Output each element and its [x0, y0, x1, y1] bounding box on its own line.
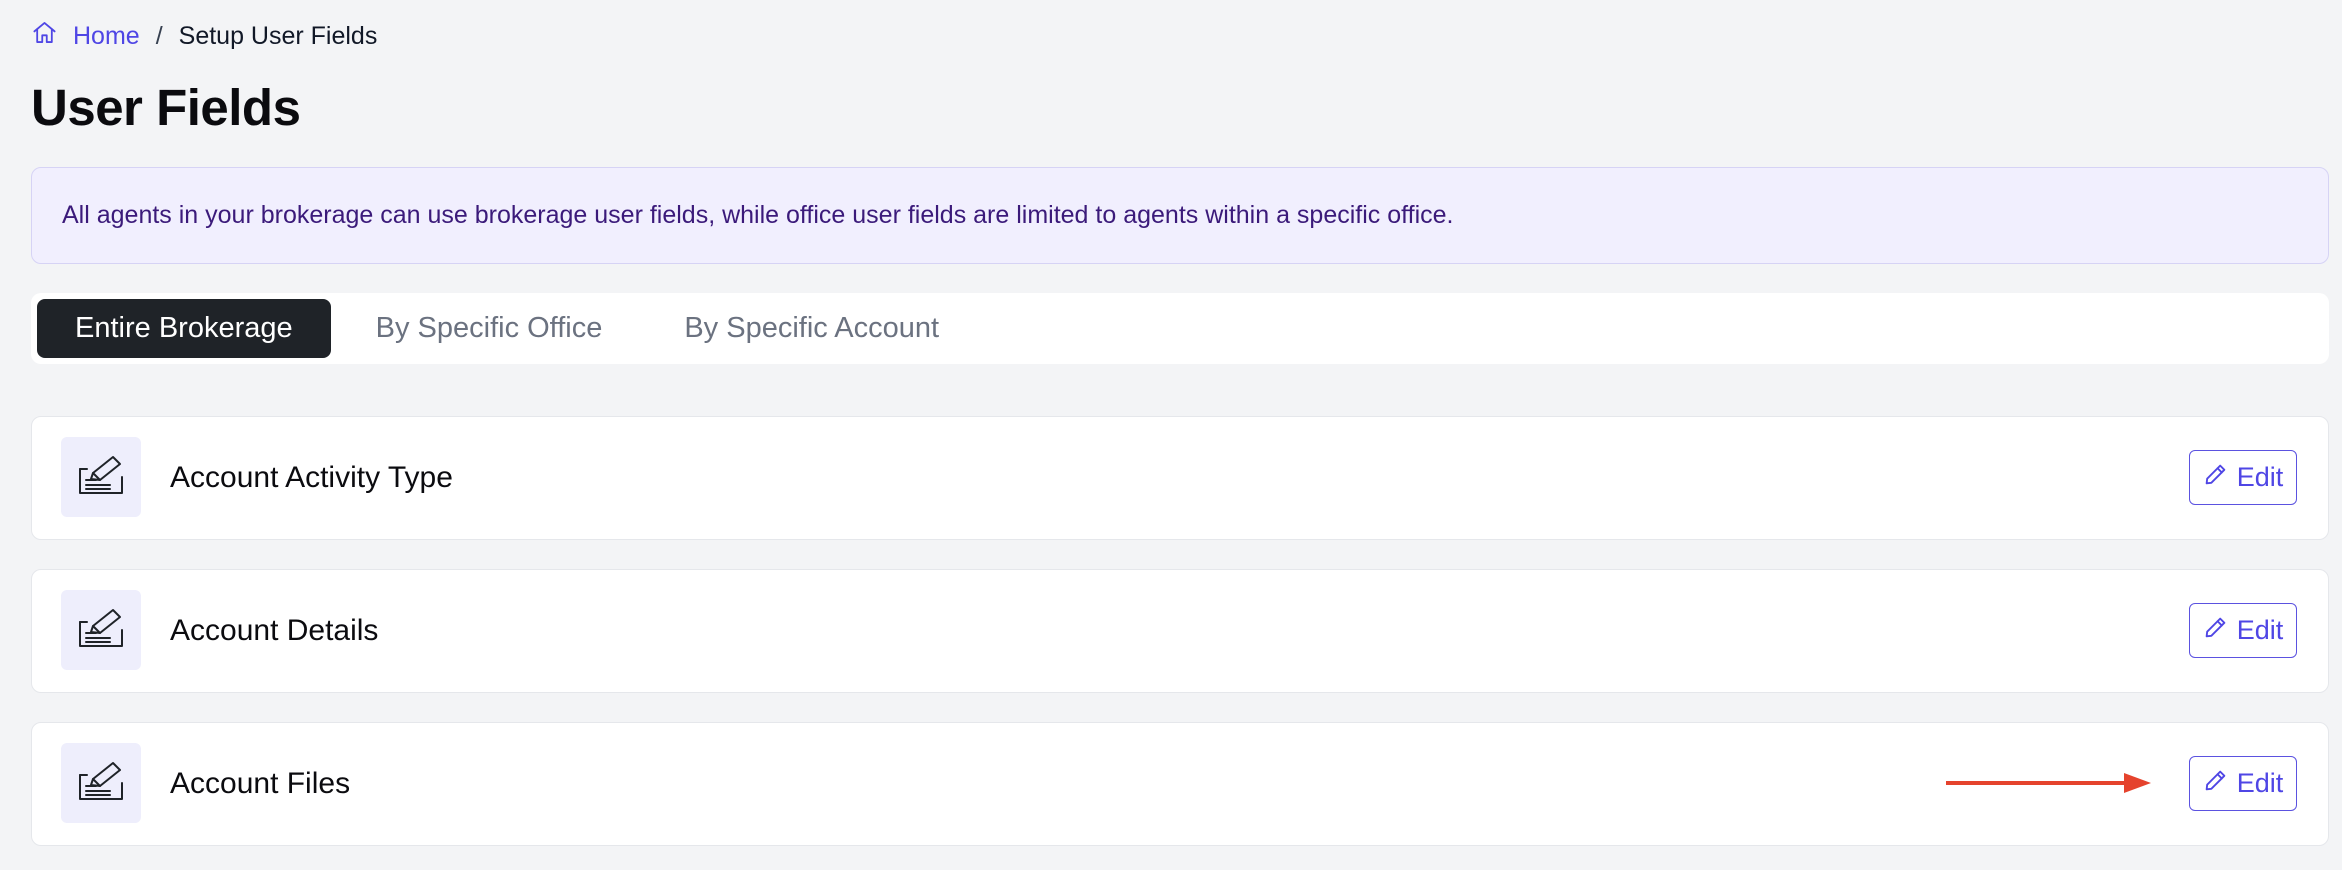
tab-by-specific-office[interactable]: By Specific Office	[338, 299, 641, 358]
breadcrumb-separator: /	[155, 21, 163, 50]
breadcrumb-current: Setup User Fields	[178, 21, 378, 50]
pencil-icon	[2203, 768, 2237, 800]
field-title: Account Files	[170, 767, 351, 800]
signature-icon	[76, 759, 126, 808]
tab-entire-brokerage[interactable]: Entire Brokerage	[37, 299, 331, 358]
field-card-account-details: Account Details Edit	[31, 569, 2329, 693]
signature-icon	[76, 606, 126, 655]
field-title: Account Activity Type	[170, 461, 453, 494]
breadcrumb-home-link[interactable]: Home	[31, 19, 140, 53]
edit-button-label: Edit	[2236, 462, 2284, 492]
field-icon-box	[61, 437, 141, 517]
edit-button-label: Edit	[2236, 615, 2284, 645]
edit-button[interactable]: Edit	[2189, 603, 2297, 658]
field-card-account-activity-type: Account Activity Type Edit	[31, 416, 2329, 540]
info-banner: All agents in your brokerage can use bro…	[31, 167, 2329, 264]
tab-by-specific-account[interactable]: By Specific Account	[646, 299, 977, 358]
scope-tabs: Entire Brokerage By Specific Office By S…	[31, 293, 2329, 364]
pencil-icon	[2203, 462, 2237, 494]
edit-button[interactable]: Edit	[2189, 756, 2297, 811]
page-title: User Fields	[31, 79, 301, 136]
edit-button-label: Edit	[2236, 768, 2284, 798]
field-title: Account Details	[170, 614, 379, 647]
breadcrumb: Home / Setup User Fields	[31, 20, 377, 52]
home-icon	[31, 19, 73, 53]
signature-icon	[76, 453, 126, 502]
breadcrumb-home-label: Home	[73, 21, 140, 50]
edit-button[interactable]: Edit	[2189, 450, 2297, 505]
pencil-icon	[2203, 615, 2237, 647]
field-icon-box	[61, 590, 141, 670]
info-banner-text: All agents in your brokerage can use bro…	[62, 201, 1454, 229]
user-fields-page: Home / Setup User Fields User Fields All…	[0, 0, 2342, 870]
field-icon-box	[61, 743, 141, 823]
annotation-arrow	[1946, 773, 2151, 793]
